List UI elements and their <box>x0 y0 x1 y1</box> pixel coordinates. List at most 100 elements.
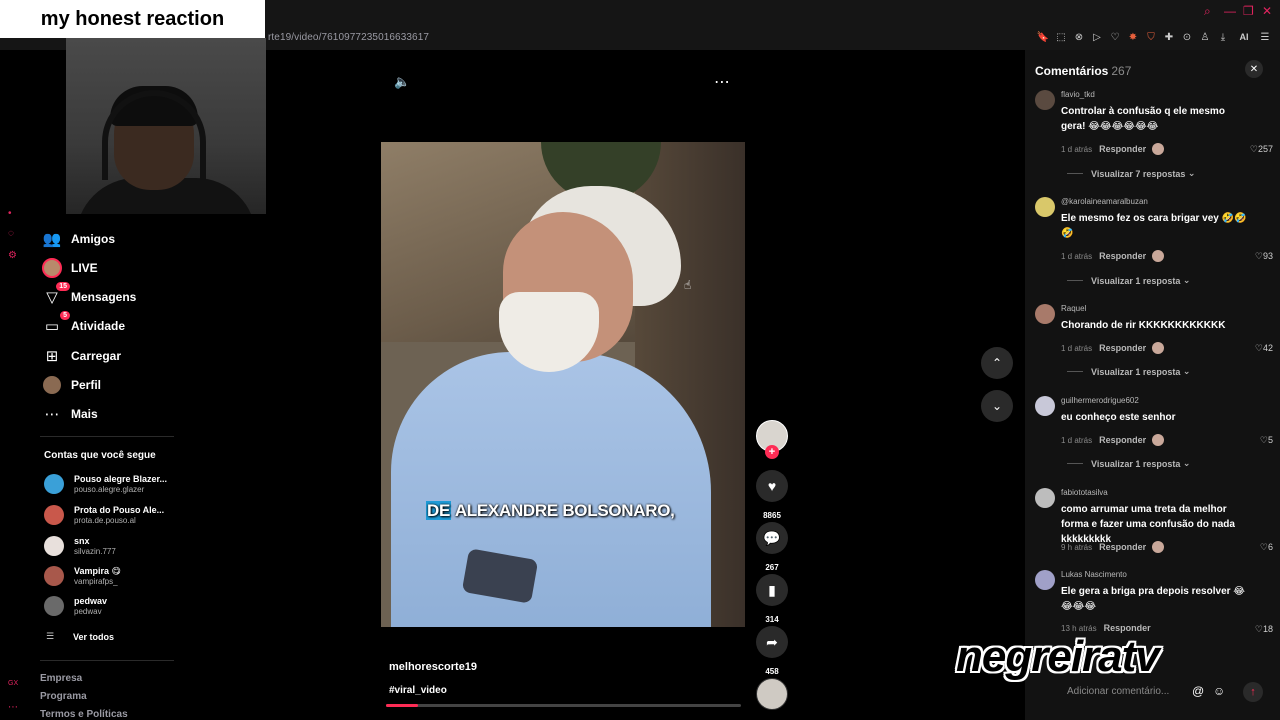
nav-label: Mais <box>71 407 98 421</box>
like-count: 5 <box>1267 435 1273 445</box>
close-comments-button[interactable]: ✕ <box>1245 60 1263 78</box>
comment-time: 1 d atrás <box>1061 435 1093 445</box>
view-replies[interactable]: Visualizar 1 resposta ⌄ <box>1067 275 1190 286</box>
minimize-icon[interactable]: — <box>1224 4 1236 18</box>
share-icon[interactable]: ➦ <box>756 626 788 658</box>
footer-link-programa[interactable]: Programa <box>40 691 87 702</box>
see-all-link[interactable]: ☰ Ver todos <box>46 631 114 642</box>
chevron-down-icon: ⌄ <box>991 399 1003 413</box>
comment-item: Raquel Chorando de rir KKKKKKKKKKKK 1 d … <box>1033 304 1273 394</box>
download-icon[interactable]: ⤓ <box>1216 30 1230 44</box>
fox-icon[interactable]: ✸ <box>1126 30 1140 44</box>
comment-like[interactable]: ♡6 <box>1260 542 1273 553</box>
sidebar-divider <box>40 660 174 661</box>
view-replies[interactable]: Visualizar 1 resposta ⌄ <box>1067 366 1190 377</box>
profile-icon[interactable]: ♙ <box>1198 30 1212 44</box>
mini-avatar <box>1152 434 1165 446</box>
comment-item: @karolaineamaralbuzan Ele mesmo fez os c… <box>1033 197 1273 297</box>
reply-button[interactable]: Responder <box>1099 251 1146 261</box>
nav-mais[interactable]: ⋯ Mais <box>40 402 98 426</box>
heart-icon: ♡ <box>1259 542 1268 552</box>
view-replies[interactable]: Visualizar 7 respostas ⌄ <box>1067 168 1195 179</box>
like-action[interactable]: ♥ 8865 <box>756 470 788 520</box>
menu-icon[interactable]: ☰ <box>1258 30 1272 44</box>
avatar[interactable] <box>1035 197 1055 217</box>
hand-cursor-icon: ☝ <box>684 278 692 292</box>
rail-dot-icon[interactable]: • <box>8 208 12 219</box>
more-options-icon[interactable]: ⋯ <box>714 72 734 91</box>
footer-link-termos[interactable]: Termos e Políticas <box>40 709 128 720</box>
screenshot-icon[interactable]: ⬚ <box>1054 30 1068 44</box>
nav-perfil[interactable]: Perfil <box>40 373 101 397</box>
nav-live[interactable]: LIVE <box>40 256 98 280</box>
comment-like[interactable]: ♡93 <box>1255 251 1273 262</box>
following-item[interactable]: Pouso alegre Blazer... pouso.alegre.glaze… <box>44 472 167 496</box>
play-icon[interactable]: ▷ <box>1090 30 1104 44</box>
volume-icon[interactable]: 🔈 <box>394 74 410 90</box>
close-window-icon[interactable]: ✕ <box>1262 4 1272 18</box>
follow-plus-icon[interactable]: + <box>765 445 779 459</box>
reply-button[interactable]: Responder <box>1099 542 1146 552</box>
ai-button[interactable]: AI <box>1234 30 1254 44</box>
reply-button[interactable]: Responder <box>1099 144 1146 154</box>
puzzle-icon[interactable]: ✚ <box>1162 30 1176 44</box>
avatar[interactable] <box>1035 488 1055 508</box>
comment-user[interactable]: Raquel <box>1061 304 1086 313</box>
video-author[interactable]: melhorescorte19 <box>389 661 477 673</box>
block-icon[interactable]: ⊗ <box>1072 30 1086 44</box>
following-item[interactable]: Vampira 😋 vampirafps_ <box>44 564 121 588</box>
address-bar[interactable]: rte19/video/7610977235016633617 <box>268 32 429 43</box>
comment-like[interactable]: ♡42 <box>1255 343 1273 354</box>
shield-icon[interactable]: ⛉ <box>1144 30 1158 44</box>
avatar[interactable] <box>1035 570 1055 590</box>
rail-more-icon[interactable]: ⋯ <box>8 702 18 713</box>
nav-mensagens[interactable]: ▽ 15 Mensagens <box>40 282 136 309</box>
following-item[interactable]: pedwav pedwav <box>44 594 107 618</box>
video-player[interactable] <box>381 142 745 627</box>
comment-user[interactable]: fabiototasilva <box>1061 488 1108 497</box>
rail-gx-icon[interactable]: GX <box>8 680 18 687</box>
comment-like[interactable]: ♡5 <box>1260 435 1273 446</box>
bookmark-icon[interactable]: 🔖 <box>1036 30 1050 44</box>
comment-user[interactable]: guilhermerodrigue602 <box>1061 396 1139 405</box>
emoji-icon[interactable]: ☺ <box>1213 684 1225 698</box>
comment-user[interactable]: flavio_tkd <box>1061 90 1095 99</box>
share-action[interactable]: ➦ 458 <box>756 626 788 676</box>
view-replies[interactable]: Visualizar 1 resposta ⌄ <box>1067 458 1190 469</box>
heart-icon[interactable]: ♡ <box>1108 30 1122 44</box>
nav-atividade[interactable]: ▭ 5 Atividade <box>40 311 125 338</box>
video-progress-bar[interactable] <box>386 704 741 707</box>
mention-icon[interactable]: @ <box>1192 684 1204 698</box>
view-replies-label: Visualizar 7 respostas <box>1091 168 1186 179</box>
previous-video-button[interactable]: ⌃ <box>981 347 1013 379</box>
footer-link-empresa[interactable]: Empresa <box>40 673 82 684</box>
video-hashtag[interactable]: #viral_video <box>389 685 447 696</box>
comment-like[interactable]: ♡18 <box>1255 624 1273 635</box>
search-icon[interactable]: ⌕ <box>1204 4 1211 19</box>
bookmark-icon[interactable]: ▮ <box>756 574 788 606</box>
avatar[interactable] <box>1035 396 1055 416</box>
reply-button[interactable]: Responder <box>1099 435 1146 445</box>
upload-icon: ⊞ <box>45 348 59 365</box>
heart-icon[interactable]: ♥ <box>756 470 788 502</box>
avatar[interactable] <box>1035 304 1055 324</box>
following-item[interactable]: Prota do Pouso Ale... prota.de.pouso.al <box>44 503 164 527</box>
rail-settings-icon[interactable]: ⚙ <box>8 250 17 261</box>
send-comment-button[interactable]: ↑ <box>1243 682 1263 702</box>
reply-button[interactable]: Responder <box>1099 343 1146 353</box>
comment-user[interactable]: @karolaineamaralbuzan <box>1061 197 1148 206</box>
comment-like[interactable]: ♡257 <box>1250 144 1273 155</box>
avatar[interactable] <box>1035 90 1055 110</box>
nav-amigos[interactable]: 👥 Amigos <box>40 227 115 251</box>
music-disc-avatar[interactable] <box>756 678 788 710</box>
lock-icon[interactable]: ⊙ <box>1180 30 1194 44</box>
next-video-button[interactable]: ⌄ <box>981 390 1013 422</box>
comment-icon[interactable]: 💬 <box>756 522 788 554</box>
comment-action[interactable]: 💬 267 <box>756 522 788 572</box>
save-action[interactable]: ▮ 314 <box>756 574 788 624</box>
following-item[interactable]: snx silvazin.777 <box>44 534 116 558</box>
maximize-icon[interactable]: ❐ <box>1243 4 1254 18</box>
rail-chat-icon[interactable]: ◌ <box>8 228 14 239</box>
nav-carregar[interactable]: ⊞ Carregar <box>40 344 121 368</box>
comment-user[interactable]: Lukas Nascimento <box>1061 570 1127 579</box>
